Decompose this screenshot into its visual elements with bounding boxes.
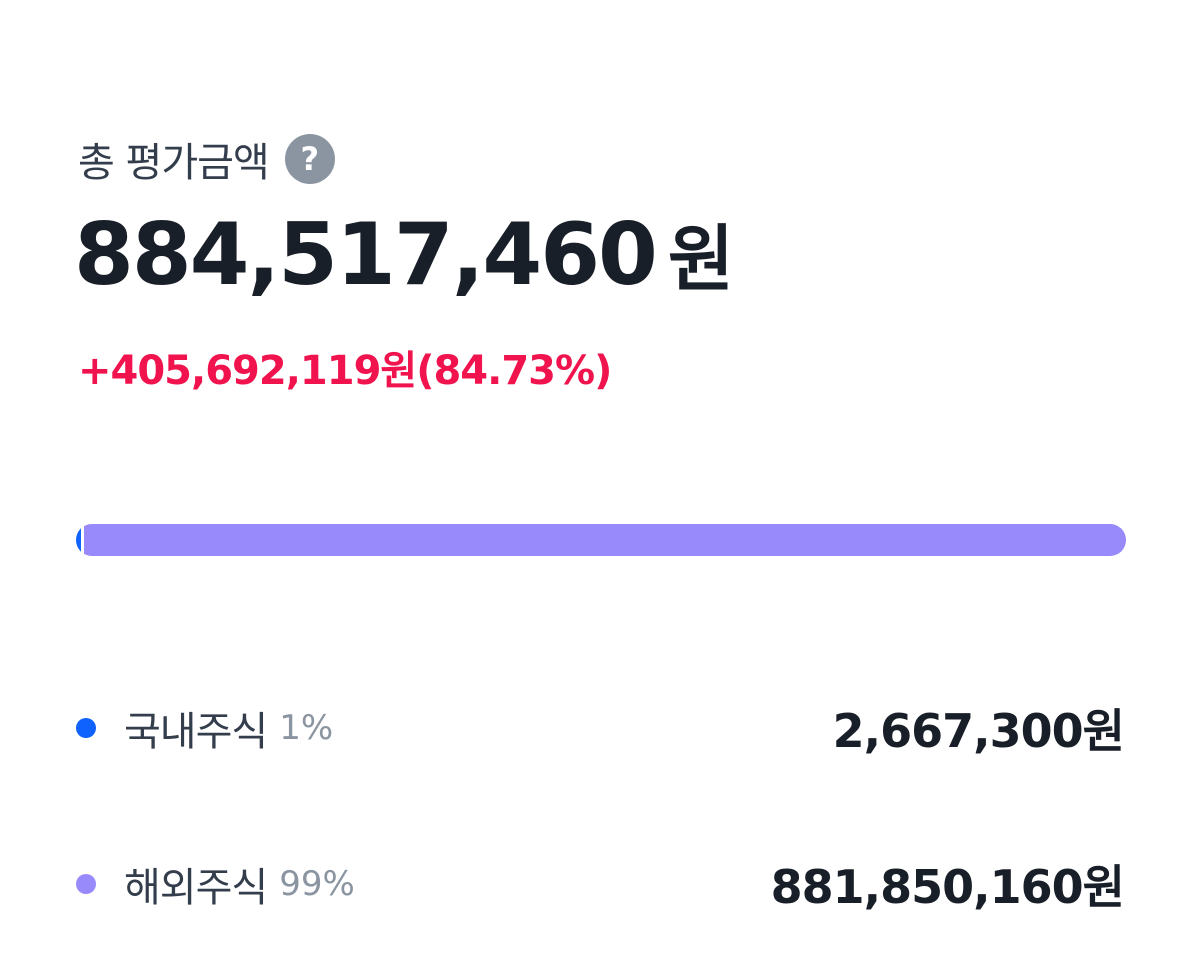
domestic-color-dot — [76, 718, 96, 738]
allocation-bar — [76, 524, 1126, 556]
total-valuation-header: 총 평가금액 ? — [78, 130, 335, 188]
holding-value: 881,850,160원 — [770, 860, 1125, 914]
overseas-color-dot — [76, 874, 96, 894]
holding-label-group: 국내주식 1% — [76, 699, 333, 757]
holding-percent: 1% — [279, 708, 334, 748]
total-valuation-number: 884,517,460 — [74, 205, 658, 305]
profit-text: +405,692,119원(84.73%) — [78, 348, 612, 394]
question-mark-icon[interactable]: ? — [284, 134, 335, 184]
holding-value: 2,667,300원 — [832, 704, 1125, 758]
holding-percent: 99% — [279, 864, 355, 904]
holding-name: 해외주식 — [124, 865, 268, 911]
holding-name: 국내주식 — [124, 709, 268, 755]
allocation-bar-overseas-segment — [84, 524, 1126, 556]
total-valuation-amount: 884,517,460 원 — [74, 200, 734, 305]
holding-row-overseas[interactable]: 해외주식 99% 881,850,160원 — [76, 854, 1125, 914]
holding-row-domestic[interactable]: 국내주식 1% 2,667,300원 — [76, 698, 1125, 758]
portfolio-summary-screen: 총 평가금액 ? 884,517,460 원 +405,692,119원(84.… — [0, 0, 1200, 954]
holding-label-group: 해외주식 99% — [76, 855, 355, 913]
total-valuation-title: 총 평가금액 — [78, 140, 270, 186]
total-valuation-unit: 원 — [667, 217, 735, 301]
